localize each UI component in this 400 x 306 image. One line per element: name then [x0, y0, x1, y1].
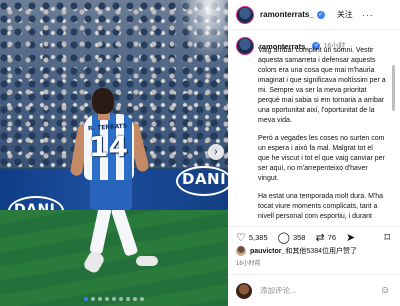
heart-icon[interactable]: ♡: [236, 231, 246, 244]
author-username[interactable]: ramonterrats_: [260, 10, 314, 19]
carousel-dot[interactable]: [98, 297, 102, 301]
author-avatar[interactable]: [236, 5, 254, 24]
verified-badge-icon: ✓: [316, 10, 325, 19]
caption-paragraph: Vaig arribar complint un somni. Vestir a…: [258, 47, 386, 124]
carousel-dot[interactable]: [91, 297, 95, 301]
caption-paragraph: Però a vegades les coses no surten com u…: [258, 135, 385, 182]
send-icon[interactable]: ➤: [346, 231, 355, 244]
player-shorts: [90, 176, 132, 210]
carousel-dot[interactable]: [133, 297, 137, 301]
caption-paragraph: Ha estat una temporada molt dura. M'ha t…: [258, 193, 384, 220]
player-right-boot: [136, 256, 158, 266]
liker-username[interactable]: pauvictor_: [250, 248, 285, 255]
player-head: [92, 88, 114, 114]
player-left-boot: [82, 249, 106, 275]
send-action[interactable]: ➤: [346, 231, 358, 244]
caption-author-avatar[interactable]: [236, 37, 254, 55]
comment-composer: 添加评论... ☺: [228, 274, 400, 306]
carousel-dot[interactable]: [126, 297, 130, 301]
post-details-panel: ramonterrats_ ✓ 关注 ··· ramonterrats_ ✓ 1…: [228, 0, 400, 306]
post-photo[interactable]: DANI DANI R. TERRATS 14 ›: [0, 0, 228, 306]
post-header: ramonterrats_ ✓ 关注 ···: [228, 0, 400, 30]
carousel-dot[interactable]: [140, 297, 144, 301]
caption-text: Vaig arribar complint un somni. Vestir a…: [258, 46, 386, 220]
next-image-button[interactable]: ›: [208, 144, 224, 160]
emoji-icon[interactable]: ☺: [380, 285, 390, 296]
share-action[interactable]: ⇄ 76: [315, 231, 336, 244]
bookmark-icon[interactable]: ⌑: [384, 231, 390, 244]
carousel-dot[interactable]: [119, 297, 123, 301]
likes-summary[interactable]: pauvictor_ 和其他5384位用户赞了: [236, 246, 357, 256]
viewer-avatar: [236, 282, 252, 299]
caption-scrollbar[interactable]: [392, 65, 395, 111]
follow-button[interactable]: 关注: [337, 9, 353, 20]
comment-action[interactable]: ◯ 358: [278, 231, 306, 244]
comment-icon[interactable]: ◯: [278, 231, 290, 244]
share-count: 76: [327, 232, 337, 242]
liker-avatar[interactable]: [236, 246, 246, 256]
action-bar: ♡ 5,385 ◯ 358 ⇄ 76 ➤ ⌑: [228, 226, 400, 244]
share-icon[interactable]: ⇄: [315, 231, 324, 244]
comment-input[interactable]: 添加评论...: [260, 285, 360, 296]
like-action[interactable]: ♡ 5,385: [236, 231, 268, 244]
player-right-leg: [110, 205, 139, 257]
post-time: 16小时前: [236, 261, 261, 267]
carousel-dot[interactable]: [112, 297, 116, 301]
comment-count: 358: [292, 232, 306, 242]
like-count: 5,385: [248, 232, 268, 242]
player-left-leg: [89, 205, 112, 255]
more-options-icon[interactable]: ···: [362, 10, 374, 20]
carousel-dots: [0, 294, 228, 301]
carousel-dot[interactable]: [105, 297, 109, 301]
football-player: R. TERRATS 14: [0, 0, 228, 306]
carousel-dot[interactable]: [84, 297, 88, 301]
jersey-number: 14: [89, 130, 128, 163]
likes-text: 和其他5384位用户赞了: [285, 248, 357, 255]
caption-area[interactable]: ramonterrats_ ✓ 16小时 Vaig arribar compli…: [228, 31, 400, 220]
